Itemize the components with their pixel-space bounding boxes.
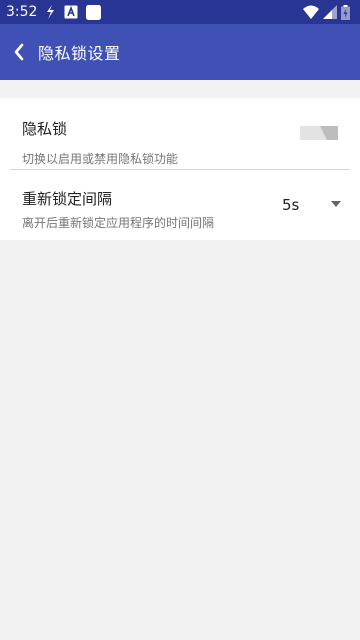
chevron-left-icon xyxy=(14,43,24,61)
privacy-lock-row[interactable]: 隐私锁 切换以启用或禁用隐私锁功能 xyxy=(0,98,360,170)
notification-a-icon xyxy=(64,4,78,20)
status-bar: 3:52 xyxy=(0,0,360,24)
relock-interval-dropdown[interactable]: 5s xyxy=(270,190,350,220)
settings-card: 隐私锁 切换以启用或禁用隐私锁功能 重新锁定间隔 离开后重新锁定应用程序的时间间… xyxy=(0,98,360,240)
signal-icon xyxy=(323,4,337,20)
privacy-lock-title: 隐私锁 xyxy=(22,120,68,138)
notification-square-icon xyxy=(86,4,101,20)
back-button[interactable] xyxy=(2,24,36,80)
page-title: 隐私锁设置 xyxy=(38,44,121,63)
privacy-lock-subtitle: 切换以启用或禁用隐私锁功能 xyxy=(22,152,179,166)
wifi-icon xyxy=(303,4,319,20)
dropdown-arrow-icon xyxy=(331,201,341,207)
privacy-lock-toggle[interactable] xyxy=(300,126,338,140)
battery-icon xyxy=(341,4,350,20)
app-toolbar: 隐私锁设置 xyxy=(0,24,360,80)
relock-interval-value: 5s xyxy=(282,196,300,214)
relock-interval-title: 重新锁定间隔 xyxy=(22,190,113,208)
notification-s-icon xyxy=(44,4,56,20)
relock-interval-subtitle: 离开后重新锁定应用程序的时间间隔 xyxy=(22,216,215,230)
status-time: 3:52 xyxy=(6,4,38,20)
relock-interval-row[interactable]: 重新锁定间隔 离开后重新锁定应用程序的时间间隔 5s xyxy=(0,170,360,240)
settings-content: 隐私锁 切换以启用或禁用隐私锁功能 重新锁定间隔 离开后重新锁定应用程序的时间间… xyxy=(0,80,360,640)
